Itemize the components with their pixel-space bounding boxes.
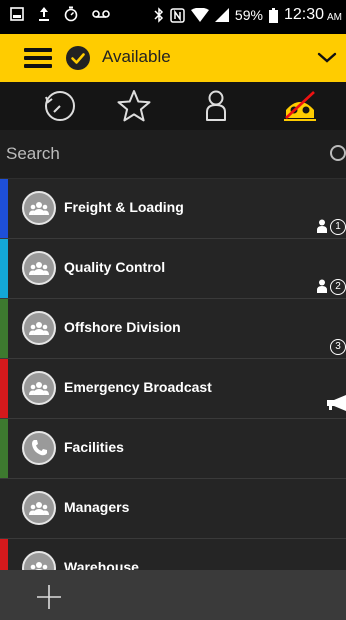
group-avatar-icon — [22, 551, 56, 570]
group-row-freight-loading[interactable]: Freight & Loading 1 — [0, 179, 346, 239]
group-color-stripe — [0, 179, 8, 238]
stopwatch-notification-icon — [64, 6, 78, 22]
search-input[interactable] — [6, 140, 306, 168]
group-label: Freight & Loading — [64, 199, 184, 215]
add-icon[interactable] — [36, 584, 62, 610]
group-row-quality-control[interactable]: Quality Control 2 — [0, 239, 346, 299]
group-label: Quality Control — [64, 259, 166, 275]
group-row-offshore-division[interactable]: Offshore Division 3 — [0, 299, 346, 359]
clock-time: 12:30 — [283, 6, 324, 23]
tab-contacts[interactable] — [186, 88, 246, 124]
member-count-badge: 3 — [330, 339, 346, 355]
gallery-notification-icon — [10, 7, 24, 21]
group-label: Offshore Division — [64, 319, 181, 335]
tab-groups[interactable] — [270, 88, 330, 124]
megaphone-icon — [327, 395, 346, 411]
tab-favorites[interactable] — [104, 88, 164, 124]
presence-status-label[interactable]: Available — [102, 47, 171, 67]
search-icon[interactable] — [326, 143, 346, 165]
group-color-stripe — [0, 419, 8, 478]
tab-bar — [0, 82, 346, 131]
upload-notification-icon — [39, 7, 49, 21]
member-count-badge: 1 — [330, 219, 346, 235]
group-color-stripe — [0, 299, 8, 358]
status-bar-left-icons — [10, 6, 110, 22]
bluetooth-icon — [154, 7, 163, 23]
group-color-stripe — [0, 539, 8, 570]
voicemail-notification-icon — [92, 10, 110, 18]
star-icon — [117, 90, 151, 122]
group-avatar-icon — [22, 491, 56, 525]
menu-icon[interactable] — [24, 48, 52, 68]
search-bar — [0, 130, 346, 179]
member-count-badge: 2 — [330, 279, 346, 295]
member-person-icon — [317, 279, 327, 293]
group-row-facilities[interactable]: Facilities — [0, 419, 346, 479]
status-bar-right: 59% 12:30 AM — [154, 6, 342, 24]
clock-ampm: AM — [327, 11, 342, 23]
app-header: Available — [0, 34, 346, 82]
group-row-warehouse[interactable]: Warehouse — [0, 539, 346, 570]
group-label: Managers — [64, 499, 130, 515]
person-icon — [206, 90, 226, 121]
battery-percent: 59% — [234, 7, 263, 23]
group-color-stripe — [0, 359, 8, 418]
group-avatar-icon — [22, 191, 56, 225]
nfc-icon — [170, 7, 185, 23]
signal-icon — [214, 8, 229, 22]
group-label: Facilities — [64, 439, 124, 455]
group-label: Warehouse — [64, 559, 139, 570]
battery-icon — [268, 7, 278, 23]
status-bar: 59% 12:30 AM — [0, 0, 346, 34]
group-avatar-icon — [22, 371, 56, 405]
group-list: Freight & Loading 1 Quality Control 2 Of… — [0, 179, 346, 570]
tab-recent[interactable] — [30, 88, 90, 124]
group-row-managers[interactable]: Managers — [0, 479, 346, 539]
chevron-down-icon[interactable] — [314, 44, 340, 70]
channels-icon — [284, 91, 316, 121]
group-avatar-icon — [22, 311, 56, 345]
phone-avatar-icon — [22, 431, 56, 465]
group-row-emergency-broadcast[interactable]: Emergency Broadcast — [0, 359, 346, 419]
group-color-stripe — [0, 239, 8, 298]
member-person-icon — [317, 219, 327, 233]
wifi-icon — [190, 8, 209, 22]
group-avatar-icon — [22, 251, 56, 285]
group-label: Emergency Broadcast — [64, 379, 212, 395]
clock-icon — [45, 91, 75, 121]
available-status-icon[interactable] — [66, 46, 90, 70]
bottom-bar — [0, 570, 346, 620]
